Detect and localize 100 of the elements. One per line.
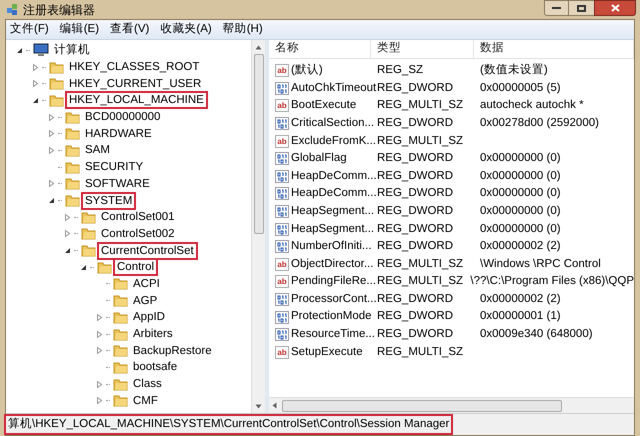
value-name[interactable]: GlobalFlag xyxy=(291,150,347,168)
registry-app-icon xyxy=(6,3,19,16)
tree-item[interactable]: Control xyxy=(115,260,156,274)
horizontal-scrollbar[interactable] xyxy=(269,397,634,413)
collapsed-arrow-icon[interactable] xyxy=(48,114,55,121)
tree-item[interactable]: ControlSet002 xyxy=(99,226,177,241)
value-name[interactable]: ProtectionMode xyxy=(291,308,372,326)
tree-item[interactable]: AGP xyxy=(131,294,160,308)
tree-item[interactable]: HKEY_CLASSES_ROOT xyxy=(67,60,202,74)
expanded-arrow-icon[interactable] xyxy=(16,46,23,54)
string-value-icon: ab xyxy=(275,99,289,112)
collapsed-arrow-icon[interactable] xyxy=(96,397,103,404)
menu-item[interactable]: 文件(F) xyxy=(10,20,49,38)
value-name[interactable]: HeapDeComm... xyxy=(291,168,377,185)
collapsed-arrow-icon[interactable] xyxy=(32,80,39,88)
tree-item[interactable]: Arbiters xyxy=(131,327,175,342)
tree-item[interactable]: 计算机 xyxy=(52,43,92,58)
value-name[interactable]: CriticalSection... xyxy=(291,114,374,132)
tree-item[interactable]: CurrentControlSet xyxy=(99,244,196,258)
column-header[interactable]: 数据 xyxy=(474,40,634,58)
collapsed-arrow-icon[interactable] xyxy=(96,347,103,354)
value-type: REG_MULTI_SZ xyxy=(376,256,464,272)
value-name[interactable]: ResourceTime... xyxy=(291,326,375,344)
scroll-left-icon[interactable] xyxy=(271,402,278,409)
column-header[interactable]: 类型 xyxy=(371,40,474,58)
tree-item[interactable]: ControlSet001 xyxy=(99,210,177,224)
folder-icon xyxy=(113,310,128,324)
tree-item[interactable]: AppID xyxy=(131,310,167,324)
folder-icon xyxy=(113,360,128,374)
menu-item[interactable]: 编辑(E) xyxy=(60,20,100,38)
expanded-arrow-icon[interactable] xyxy=(80,264,87,271)
value-name[interactable]: HeapSegment... xyxy=(291,202,374,220)
value-name[interactable]: HeapDeComm... xyxy=(291,185,377,203)
collapsed-arrow-icon[interactable] xyxy=(48,180,55,188)
value-name[interactable]: ProcessorCont... xyxy=(291,290,377,308)
tree-item[interactable]: HKEY_CURRENT_USER xyxy=(67,76,204,91)
binary-value-icon xyxy=(275,293,289,306)
tree-item[interactable]: Class xyxy=(131,377,164,392)
scroll-down-icon[interactable] xyxy=(255,402,262,410)
expanded-arrow-icon[interactable] xyxy=(48,197,55,204)
column-header[interactable]: 名称 xyxy=(269,40,371,58)
folder-icon xyxy=(113,394,128,408)
value-name[interactable]: (默认) xyxy=(291,62,323,80)
value-name[interactable]: NumberOfIniti... xyxy=(291,238,372,256)
collapsed-arrow-icon[interactable] xyxy=(96,314,103,321)
value-name[interactable]: PendingFileRe... xyxy=(291,273,376,291)
collapsed-arrow-icon[interactable] xyxy=(48,146,55,154)
value-data: 0x00000000 (0) xyxy=(479,204,561,219)
value-name[interactable]: AutoChkTimeout xyxy=(291,80,376,98)
tree-item[interactable]: bootsafe xyxy=(131,360,180,374)
maximize-button[interactable] xyxy=(569,0,594,16)
menu-item[interactable]: 收藏夹(A) xyxy=(160,20,212,38)
value-data: \??\C:\Program Files (x86)\QQP xyxy=(469,274,634,290)
expanded-arrow-icon[interactable] xyxy=(32,96,39,104)
collapsed-arrow-icon[interactable] xyxy=(64,214,71,221)
binary-value-icon xyxy=(275,222,289,236)
tree-item[interactable]: CMF xyxy=(131,394,160,408)
binary-value-icon xyxy=(275,187,289,200)
value-name[interactable]: ExcludeFromK... xyxy=(291,132,376,150)
value-data: (数值未设置) xyxy=(479,62,548,78)
value-name[interactable]: HeapSegment... xyxy=(291,220,374,238)
tree-item[interactable]: BackupRestore xyxy=(131,344,214,358)
folder-icon xyxy=(113,344,128,358)
tree-item[interactable]: SECURITY xyxy=(83,160,146,174)
value-name[interactable]: ObjectDirector... xyxy=(291,256,374,273)
folder-icon xyxy=(65,110,80,124)
menu-item[interactable]: 帮助(H) xyxy=(222,20,263,38)
tree-item[interactable]: BCD00000000 xyxy=(83,110,162,124)
close-button[interactable] xyxy=(594,0,636,16)
value-data: 0x00000002 (2) xyxy=(479,239,561,254)
folder-icon xyxy=(81,210,96,224)
value-data: autocheck autochk * xyxy=(479,98,584,114)
value-name[interactable]: BootExecute xyxy=(291,97,356,115)
tree-item[interactable]: HARDWARE xyxy=(83,126,154,141)
value-type: REG_DWORD xyxy=(376,239,454,254)
collapsed-arrow-icon[interactable] xyxy=(96,380,103,388)
menu-item[interactable]: 查看(V) xyxy=(110,20,150,38)
value-name[interactable]: SetupExecute xyxy=(291,344,363,361)
tree-item[interactable]: SAM xyxy=(83,143,112,158)
folder-icon xyxy=(113,294,128,308)
binary-value-icon xyxy=(275,205,289,218)
minimize-button[interactable] xyxy=(544,0,569,16)
collapsed-arrow-icon[interactable] xyxy=(96,330,103,338)
tree-item[interactable]: HKEY_LOCAL_MACHINE xyxy=(67,93,206,108)
tree-item[interactable]: SYSTEM xyxy=(83,194,134,208)
tree-item[interactable]: ACPI xyxy=(131,276,162,291)
scroll-up-icon[interactable] xyxy=(255,44,262,50)
vertical-scrollbar[interactable] xyxy=(251,40,265,413)
folder-icon xyxy=(65,160,80,174)
collapsed-arrow-icon[interactable] xyxy=(48,130,55,138)
collapsed-arrow-icon[interactable] xyxy=(64,230,71,238)
value-data: 0x00000000 (0) xyxy=(479,151,561,166)
expanded-arrow-icon[interactable] xyxy=(64,247,71,254)
tree-item[interactable]: SOFTWARE xyxy=(83,176,152,191)
folder-icon xyxy=(113,328,128,341)
binary-value-icon xyxy=(275,240,289,254)
collapsed-arrow-icon[interactable] xyxy=(32,64,39,71)
value-data: 0x00278d00 (2592000) xyxy=(479,116,599,131)
folder-icon xyxy=(113,277,128,290)
folder-icon xyxy=(49,77,64,90)
